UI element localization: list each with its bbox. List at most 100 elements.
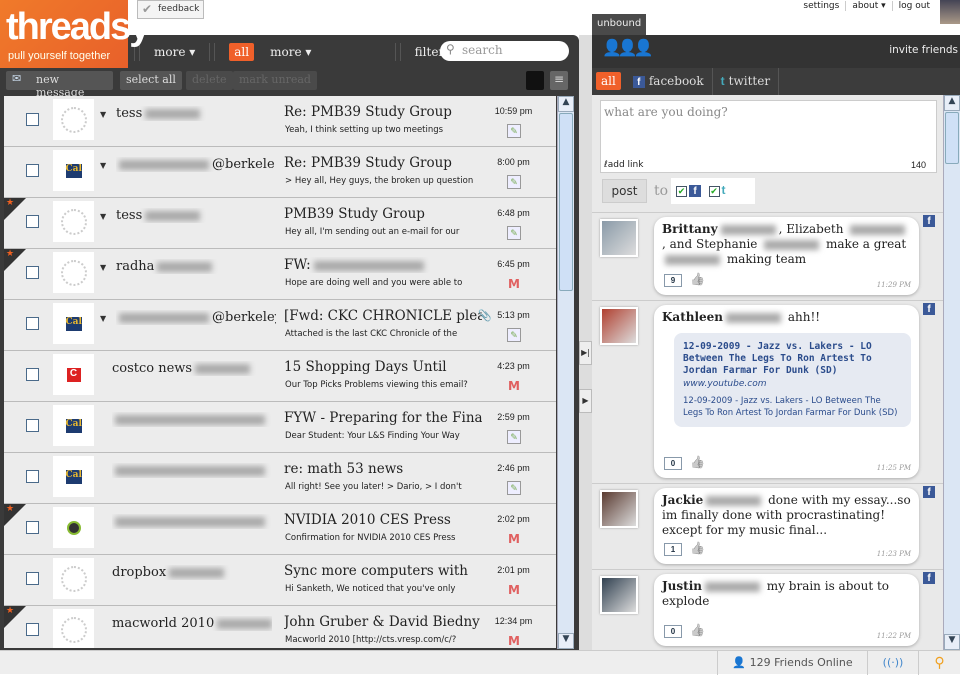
comment-count-button[interactable]: 9 [664, 274, 682, 287]
delete-button[interactable]: delete [186, 71, 233, 90]
tab-twitter[interactable]: t twitter [713, 68, 780, 95]
email-checkbox[interactable] [26, 521, 39, 534]
sender-avatar: Cal [53, 456, 94, 497]
redacted-text [764, 239, 820, 250]
friend-name[interactable]: Jackie [662, 493, 703, 507]
email-row[interactable]: ★ ▼ radha FW: Hope are doing well and you we… [4, 249, 556, 300]
facebook-checkbox[interactable]: ✔ [676, 186, 687, 197]
friend-avatar[interactable] [600, 576, 638, 614]
email-checkbox[interactable] [26, 572, 39, 585]
add-link-button[interactable]: ℓadd link [604, 160, 643, 170]
comfortable-view-icon[interactable] [526, 71, 544, 90]
email-row[interactable]: Cal ▼ @berkele Re: PMB39 Study Group > Hey a… [4, 147, 556, 198]
link-url[interactable]: www.youtube.com [683, 379, 902, 389]
email-row[interactable]: dropbox Sync more computers with Hi Sanket… [4, 555, 556, 606]
like-thumb-icon[interactable]: 👍 [690, 272, 705, 286]
expand-triangle-icon[interactable]: ▼ [100, 212, 106, 221]
email-row[interactable]: ▼ tess Re: PMB39 Study Group Yeah, I think … [4, 96, 556, 147]
compact-view-icon[interactable]: ≡ [550, 71, 568, 90]
email-checkbox[interactable] [26, 317, 39, 330]
panel-divider[interactable]: ▶| ▶ [579, 35, 592, 650]
comment-count-button[interactable]: 1 [664, 543, 682, 556]
email-preview: Hey all, I'm sending out an e-mail for o… [285, 227, 460, 237]
friends-online-button[interactable]: 👤 129 Friends Online [717, 651, 867, 675]
comment-count-button[interactable]: 0 [664, 625, 682, 638]
expand-arrow-icon[interactable]: ▶ [579, 389, 592, 413]
friend-avatar[interactable] [600, 307, 638, 345]
email-row[interactable]: ★ ▼ tess PMB39 Study Group Hey all, I'm send… [4, 198, 556, 249]
scroll-up-arrow[interactable]: ▲ [944, 95, 960, 111]
scroll-thumb[interactable] [945, 112, 959, 164]
expand-triangle-icon[interactable]: ▼ [100, 161, 106, 170]
more-menu[interactable]: more ▾ [154, 45, 195, 59]
like-thumb-icon[interactable]: 👍 [690, 455, 705, 469]
signal-icon[interactable]: ((·)) [867, 651, 918, 675]
post-actions: 0 👍 [664, 455, 705, 472]
select-all-button[interactable]: select all [120, 71, 182, 90]
email-row[interactable]: Cal ▼ @berkeley.ec [Fwd: CKC CHRONICLE plea… [4, 300, 556, 351]
email-row[interactable]: ★ NVIDIA 2010 CES Press Confirmation for N… [4, 504, 556, 555]
friends-icon[interactable]: 👤👤👤 [602, 38, 654, 57]
friend-name[interactable]: Kathleen [662, 310, 723, 324]
email-row[interactable]: Ccostco news 15 Shopping Days Until Our To… [4, 351, 556, 402]
star-flag-icon[interactable]: ★ [4, 606, 26, 628]
email-checkbox[interactable] [26, 368, 39, 381]
link-preview[interactable]: 12-09-2009 - Jazz vs. Lakers - LO Betwee… [674, 333, 911, 427]
expand-triangle-icon[interactable]: ▼ [100, 263, 106, 272]
gmail-icon: M [508, 532, 520, 546]
email-checkbox[interactable] [26, 623, 39, 636]
email-checkbox[interactable] [26, 164, 39, 177]
star-flag-icon[interactable]: ★ [4, 504, 26, 526]
like-thumb-icon[interactable]: 👍 [690, 623, 705, 637]
status-input[interactable]: what are you doing? [600, 100, 937, 173]
scroll-up-arrow[interactable]: ▲ [558, 96, 574, 112]
email-checkbox[interactable] [26, 470, 39, 483]
star-flag-icon[interactable]: ★ [4, 249, 26, 271]
collapse-arrow-icon[interactable]: ▶| [579, 341, 592, 365]
scroll-down-arrow[interactable]: ▼ [944, 634, 960, 650]
sender-domain: @berkeley.ec [212, 310, 276, 325]
email-checkbox[interactable] [26, 419, 39, 432]
scroll-down-arrow[interactable]: ▼ [558, 633, 574, 649]
email-row[interactable]: ★ macworld 2010 John Gruber & David Biedny… [4, 606, 556, 648]
email-checkbox[interactable] [26, 215, 39, 228]
friend-name[interactable]: Brittany [662, 222, 718, 236]
all-filter-button[interactable]: all [229, 42, 255, 61]
tab-unbound[interactable]: unbound [592, 14, 646, 36]
user-avatar[interactable] [940, 0, 960, 24]
logout-link[interactable]: log out [891, 1, 936, 11]
star-flag-icon[interactable]: ★ [4, 198, 26, 220]
friend-avatar[interactable] [600, 490, 638, 528]
expand-triangle-icon[interactable]: ▼ [100, 314, 106, 323]
link-title[interactable]: 12-09-2009 - Jazz vs. Lakers - LO Betwee… [683, 341, 902, 377]
more-menu-2[interactable]: more ▾ [270, 45, 311, 59]
redacted-text [665, 254, 720, 265]
mail-scrollbar[interactable]: ▲ ▼ [557, 96, 574, 649]
comment-count-button[interactable]: 0 [664, 457, 682, 470]
expand-triangle-icon[interactable]: ▼ [100, 110, 106, 119]
about-menu[interactable]: about ▾ [845, 1, 891, 11]
tab-facebook[interactable]: f facebook [625, 68, 713, 95]
subject-text: FYW - Preparing for the Finals [284, 410, 482, 426]
threadsy-logo[interactable]: threadsy pull yourself together [0, 0, 150, 68]
tab-all[interactable]: all [596, 72, 621, 90]
settings-link[interactable]: settings [797, 1, 845, 11]
email-row[interactable]: Cal FYW - Preparing for the Finals Dear St… [4, 402, 556, 453]
email-checkbox[interactable] [26, 266, 39, 279]
scroll-thumb[interactable] [559, 113, 573, 291]
email-row[interactable]: Cal re: math 53 news All right! See you la… [4, 453, 556, 504]
twitter-checkbox[interactable]: ✔ [708, 186, 720, 197]
search-input[interactable]: ⚲ search [440, 41, 569, 61]
post-button[interactable]: post [602, 179, 647, 203]
friend-avatar[interactable] [600, 219, 638, 257]
feed-scrollbar[interactable]: ▲ ▼ [943, 95, 960, 650]
location-pin-icon[interactable]: ⚲ [918, 651, 960, 675]
invite-friends-link[interactable]: invite friends [889, 44, 958, 56]
friend-name[interactable]: Justin [662, 579, 702, 593]
subject-text: NVIDIA 2010 CES Press [284, 512, 451, 528]
email-checkbox[interactable] [26, 113, 39, 126]
mark-unread-button[interactable]: mark unread [233, 71, 317, 90]
like-thumb-icon[interactable]: 👍 [690, 541, 705, 555]
sender-name [112, 412, 272, 427]
new-message-button[interactable]: ✉ new message [6, 71, 113, 99]
